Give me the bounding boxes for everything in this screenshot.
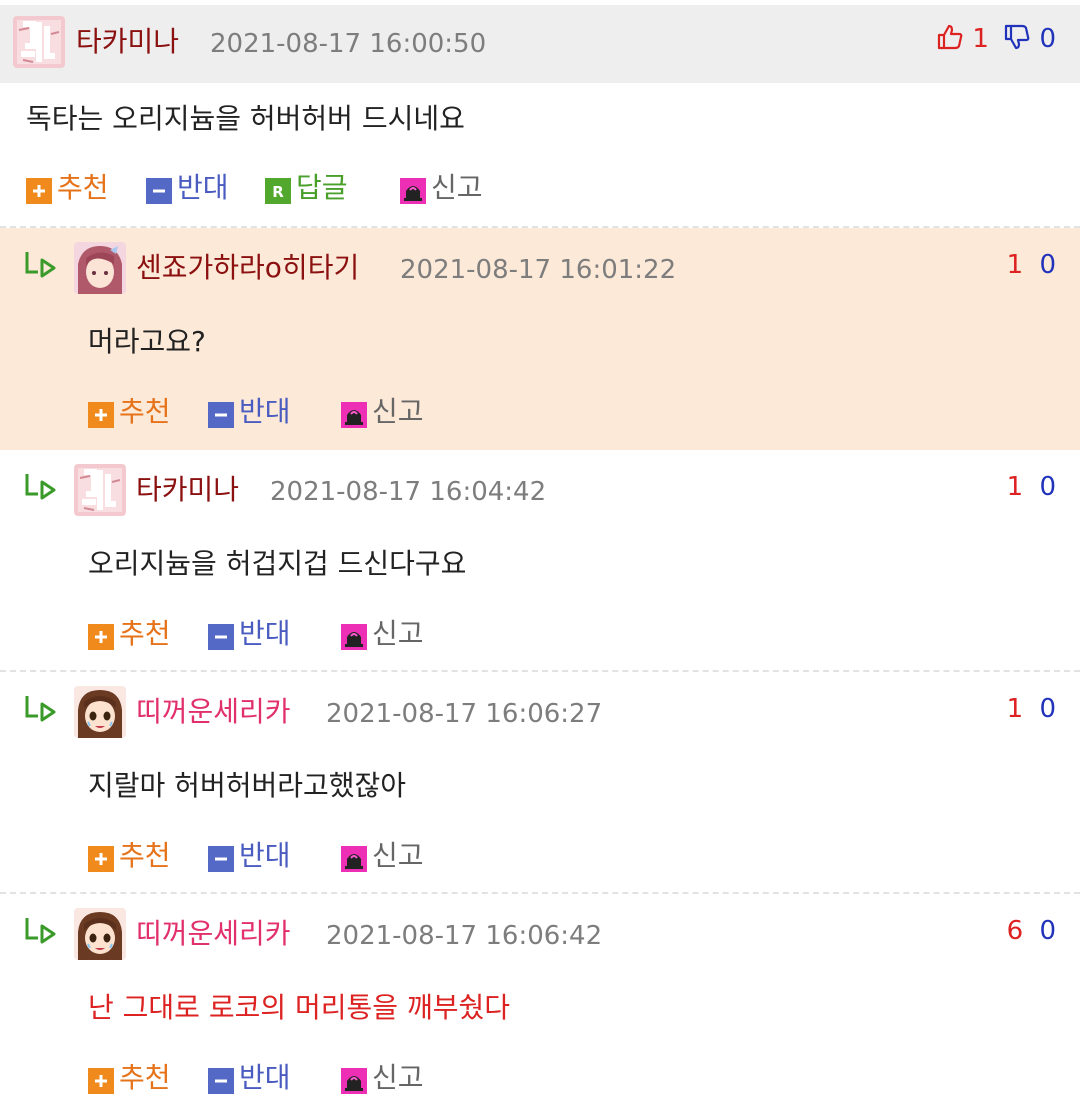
svg-text:R: R xyxy=(272,183,284,201)
avatar[interactable] xyxy=(74,464,126,516)
minus-icon xyxy=(208,624,234,650)
siren-icon xyxy=(341,624,367,650)
comment-text: 독타는 오리지늄을 허버허버 드시네요 xyxy=(26,102,465,135)
oppose-label: 반대 xyxy=(239,617,291,650)
report-label: 신고 xyxy=(431,171,483,204)
comment-timestamp: 2021-08-17 16:00:50 xyxy=(210,29,487,59)
comment-timestamp: 2021-08-17 16:04:42 xyxy=(270,477,547,507)
downvote-count: 0 xyxy=(1039,250,1056,280)
reply-arrow-icon xyxy=(25,696,56,722)
comment-timestamp: 2021-08-17 16:01:22 xyxy=(400,255,677,285)
oppose-label: 반대 xyxy=(239,1061,291,1094)
recommend-label: 추천 xyxy=(57,171,109,204)
minus-icon xyxy=(208,1068,234,1094)
avatar[interactable] xyxy=(74,242,126,294)
recommend-label: 추천 xyxy=(119,1061,171,1094)
report-label: 신고 xyxy=(372,1061,424,1094)
author-name[interactable]: 띠꺼운세리카 xyxy=(136,917,291,951)
vote-counts: 1 0 xyxy=(1007,692,1056,726)
reply-comment: 띠꺼운세리카 2021-08-17 16:06:42 6 0 난 그대로 로코의… xyxy=(0,894,1080,1116)
reply-arrow-icon xyxy=(25,252,56,278)
comment-text: 머라고요? xyxy=(88,325,206,358)
comment-timestamp: 2021-08-17 16:06:27 xyxy=(326,699,603,729)
minus-icon xyxy=(208,846,234,872)
avatar[interactable] xyxy=(74,686,126,738)
plus-icon xyxy=(88,624,114,650)
plus-icon xyxy=(88,402,114,428)
reply-comment: 센죠가하라o히타기 2021-08-17 16:01:22 1 0 머라고요? … xyxy=(0,228,1080,450)
author-name[interactable]: 타카미나 xyxy=(76,25,179,59)
reply-arrow-icon xyxy=(25,474,56,500)
crying-girl-avatar-icon xyxy=(74,686,126,738)
report-label: 신고 xyxy=(372,839,424,872)
reply-comment: 띠꺼운세리카 2021-08-17 16:06:27 1 0 지랄마 허버허버라… xyxy=(0,672,1080,894)
oppose-label: 반대 xyxy=(177,171,229,204)
downvote-count: 0 xyxy=(1039,472,1056,502)
siren-icon xyxy=(341,402,367,428)
downvote-count: 0 xyxy=(1039,916,1056,946)
upvote-count: 1 xyxy=(972,24,989,54)
author-name[interactable]: 센죠가하라o히타기 xyxy=(136,251,359,285)
recommend-label: 추천 xyxy=(119,617,171,650)
avatar[interactable] xyxy=(74,908,126,960)
vote-counts: 1 0 xyxy=(936,22,1056,56)
siren-icon xyxy=(400,178,426,204)
reply-label: 답글 xyxy=(296,171,348,204)
vote-counts: 6 0 xyxy=(1007,914,1056,948)
upvote-count: 1 xyxy=(1006,472,1024,502)
recommend-label: 추천 xyxy=(119,839,171,872)
oppose-label: 반대 xyxy=(239,395,291,428)
siren-icon xyxy=(341,1068,367,1094)
reply-arrow-icon xyxy=(25,918,56,944)
upvote-count: 6 xyxy=(1006,916,1024,946)
upvote-count: 1 xyxy=(1006,250,1024,280)
downvote-count: 0 xyxy=(1039,694,1056,724)
author-name[interactable]: 타카미나 xyxy=(136,473,239,507)
pink-scribble-avatar-icon xyxy=(74,464,126,516)
plus-icon xyxy=(88,846,114,872)
upvote-count: 1 xyxy=(1006,694,1024,724)
minus-icon xyxy=(208,402,234,428)
author-name[interactable]: 띠꺼운세리카 xyxy=(136,695,291,729)
vote-counts: 1 0 xyxy=(1007,248,1056,282)
plus-icon xyxy=(26,178,52,204)
comment-text: 지랄마 허버허버라고했잖아 xyxy=(88,769,407,802)
reply-comment: 타카미나 2021-08-17 16:04:42 1 0 오리지늄을 허겁지겁 … xyxy=(0,450,1080,672)
report-label: 신고 xyxy=(372,395,424,428)
comment: 타카미나 2021-08-17 16:00:50 1 0 독타는 오리지늄을 허… xyxy=(0,0,1080,228)
comment-text: 오리지늄을 허겁지겁 드신다구요 xyxy=(88,547,467,580)
thumbs-up-icon xyxy=(938,24,963,50)
crying-girl-avatar-icon xyxy=(74,908,126,960)
anime-girl-avatar-icon xyxy=(74,242,126,294)
vote-counts: 1 0 xyxy=(1007,470,1056,504)
comment-timestamp: 2021-08-17 16:06:42 xyxy=(326,921,603,951)
siren-icon xyxy=(341,846,367,872)
minus-icon xyxy=(146,178,172,204)
reply-icon: R xyxy=(265,178,291,204)
downvote-count: 0 xyxy=(1039,24,1056,54)
comment-text: 난 그대로 로코의 머리통을 깨부쉈다 xyxy=(88,991,511,1024)
thumbs-down-icon xyxy=(1005,24,1030,50)
avatar[interactable] xyxy=(13,16,65,68)
pink-scribble-avatar-icon xyxy=(13,16,65,68)
plus-icon xyxy=(88,1068,114,1094)
report-label: 신고 xyxy=(372,617,424,650)
oppose-label: 반대 xyxy=(239,839,291,872)
recommend-label: 추천 xyxy=(119,395,171,428)
